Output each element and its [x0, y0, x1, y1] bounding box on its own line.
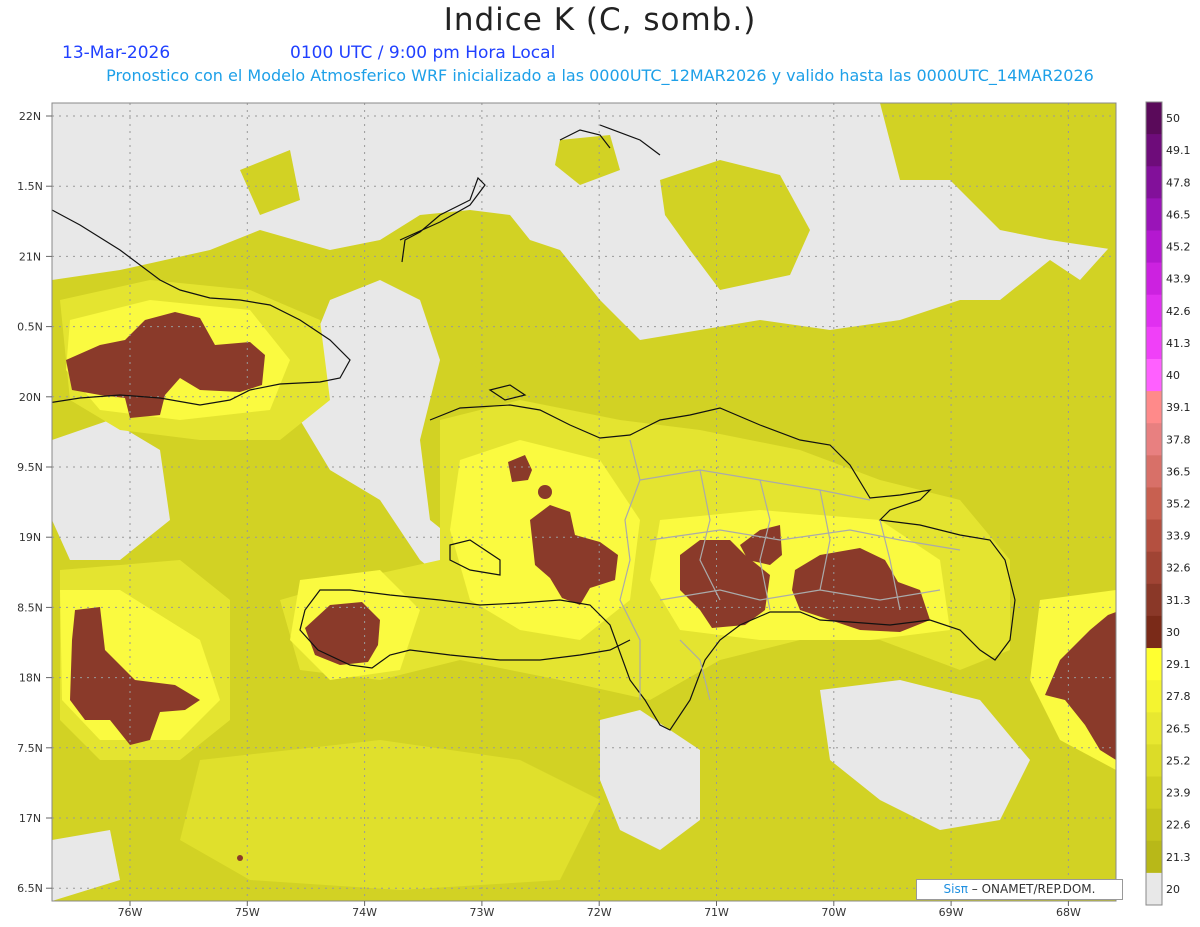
colorbar-label: 37.8 — [1166, 433, 1191, 446]
colorbar-swatch — [1146, 102, 1162, 135]
colorbar-label: 35.2 — [1166, 498, 1191, 511]
lon-label: 72W — [587, 906, 612, 919]
colorbar-label: 30 — [1166, 626, 1180, 639]
colorbar-swatch — [1146, 358, 1162, 392]
credit-brand: Sisπ — [943, 882, 968, 896]
colorbar-swatch — [1146, 166, 1162, 199]
colorbar-swatch — [1146, 262, 1162, 296]
lon-label: 68W — [1056, 906, 1081, 919]
colorbar-swatch — [1146, 519, 1162, 553]
colorbar-label: 43.9 — [1166, 273, 1191, 286]
lon-label: 70W — [821, 906, 846, 919]
lat-label: 20N — [19, 391, 41, 404]
colorbar-label: 39.1 — [1166, 401, 1191, 414]
lat-label: 22N — [19, 110, 41, 123]
lon-label: 74W — [352, 906, 377, 919]
colorbar-label: 46.5 — [1166, 208, 1191, 221]
colorbar-label: 25.2 — [1166, 754, 1191, 767]
colorbar-label: 47.8 — [1166, 176, 1191, 189]
colorbar-label: 21.3 — [1166, 851, 1191, 864]
latitude-labels: 22N 1.5N 21N 0.5N 20N 9.5N 19N 8.5N 18N 7.5N 17N 6.… — [17, 110, 52, 895]
lat-label: 6.5N — [17, 882, 43, 895]
colorbar-label: 50 — [1166, 112, 1180, 125]
colorbar-label: 27.8 — [1166, 690, 1191, 703]
colorbar-swatch — [1146, 776, 1162, 810]
colorbar-swatch — [1146, 840, 1162, 874]
colorbar-label: 33.9 — [1166, 530, 1191, 543]
colorbar-swatch — [1146, 455, 1162, 488]
colorbar-swatch — [1146, 391, 1162, 424]
field-extreme-spot — [538, 485, 552, 499]
colorbar-swatch — [1146, 744, 1162, 778]
colorbar-label: 42.6 — [1166, 305, 1191, 318]
lat-label: 21N — [19, 250, 41, 263]
colorbar-label: 41.3 — [1166, 337, 1191, 350]
map-field — [52, 103, 1116, 901]
colorbar-swatch — [1146, 134, 1162, 167]
colorbar-label: 26.5 — [1166, 722, 1191, 735]
colorbar-label: 49.1 — [1166, 144, 1191, 157]
colorbar-swatch — [1146, 230, 1162, 264]
colorbar-label: 40 — [1166, 369, 1180, 382]
colorbar-label: 20 — [1166, 883, 1180, 896]
colorbar-swatch — [1146, 487, 1162, 521]
lat-label: 9.5N — [17, 461, 43, 474]
colorbar-label: 32.6 — [1166, 562, 1191, 575]
credit-box: Sisπ – ONAMET/REP.DOM. — [916, 879, 1123, 900]
lat-label: 1.5N — [17, 180, 43, 193]
lon-label: 75W — [235, 906, 260, 919]
lat-label: 8.5N — [17, 601, 43, 614]
colorbar-label: 23.9 — [1166, 787, 1191, 800]
colorbar-swatch — [1146, 551, 1162, 585]
lat-label: 19N — [19, 531, 41, 544]
lat-label: 7.5N — [17, 742, 43, 755]
longitude-labels: 76W 75W 74W 73W 72W 71W 70W 69W 68W — [118, 901, 1081, 919]
colorbar-swatch — [1146, 712, 1162, 745]
colorbar: 50 49.1 47.8 46.5 45.2 43.9 42.6 41.3 40 39.1 37.8… — [1145, 101, 1191, 906]
colorbar-swatch — [1146, 648, 1162, 681]
k-index-map: 76W 75W 74W 73W 72W 71W 70W 69W 68W 22N 1.5N 21N 0.… — [17, 101, 1191, 919]
colorbar-swatch — [1146, 423, 1162, 456]
credit-text: – ONAMET/REP.DOM. — [971, 882, 1096, 896]
field-extreme-spot-small — [237, 855, 243, 861]
lon-label: 76W — [118, 906, 143, 919]
colorbar-label: 45.2 — [1166, 241, 1191, 254]
lat-label: 17N — [19, 812, 41, 825]
lat-label: 18N — [19, 672, 41, 685]
colorbar-swatch — [1146, 294, 1162, 328]
lat-label: 0.5N — [17, 321, 43, 334]
colorbar-label: 36.5 — [1166, 465, 1191, 478]
lon-label: 69W — [939, 906, 964, 919]
colorbar-swatch — [1146, 326, 1162, 360]
colorbar-label: 22.6 — [1166, 819, 1191, 832]
colorbar-swatch — [1146, 808, 1162, 842]
colorbar-swatch — [1146, 680, 1162, 713]
colorbar-swatch — [1146, 198, 1162, 231]
colorbar-swatch — [1146, 583, 1162, 617]
colorbar-swatch — [1146, 872, 1162, 906]
colorbar-label: 31.3 — [1166, 594, 1191, 607]
lon-label: 71W — [704, 906, 729, 919]
colorbar-swatch — [1146, 615, 1162, 649]
lon-label: 73W — [469, 906, 494, 919]
colorbar-label: 29.1 — [1166, 658, 1191, 671]
